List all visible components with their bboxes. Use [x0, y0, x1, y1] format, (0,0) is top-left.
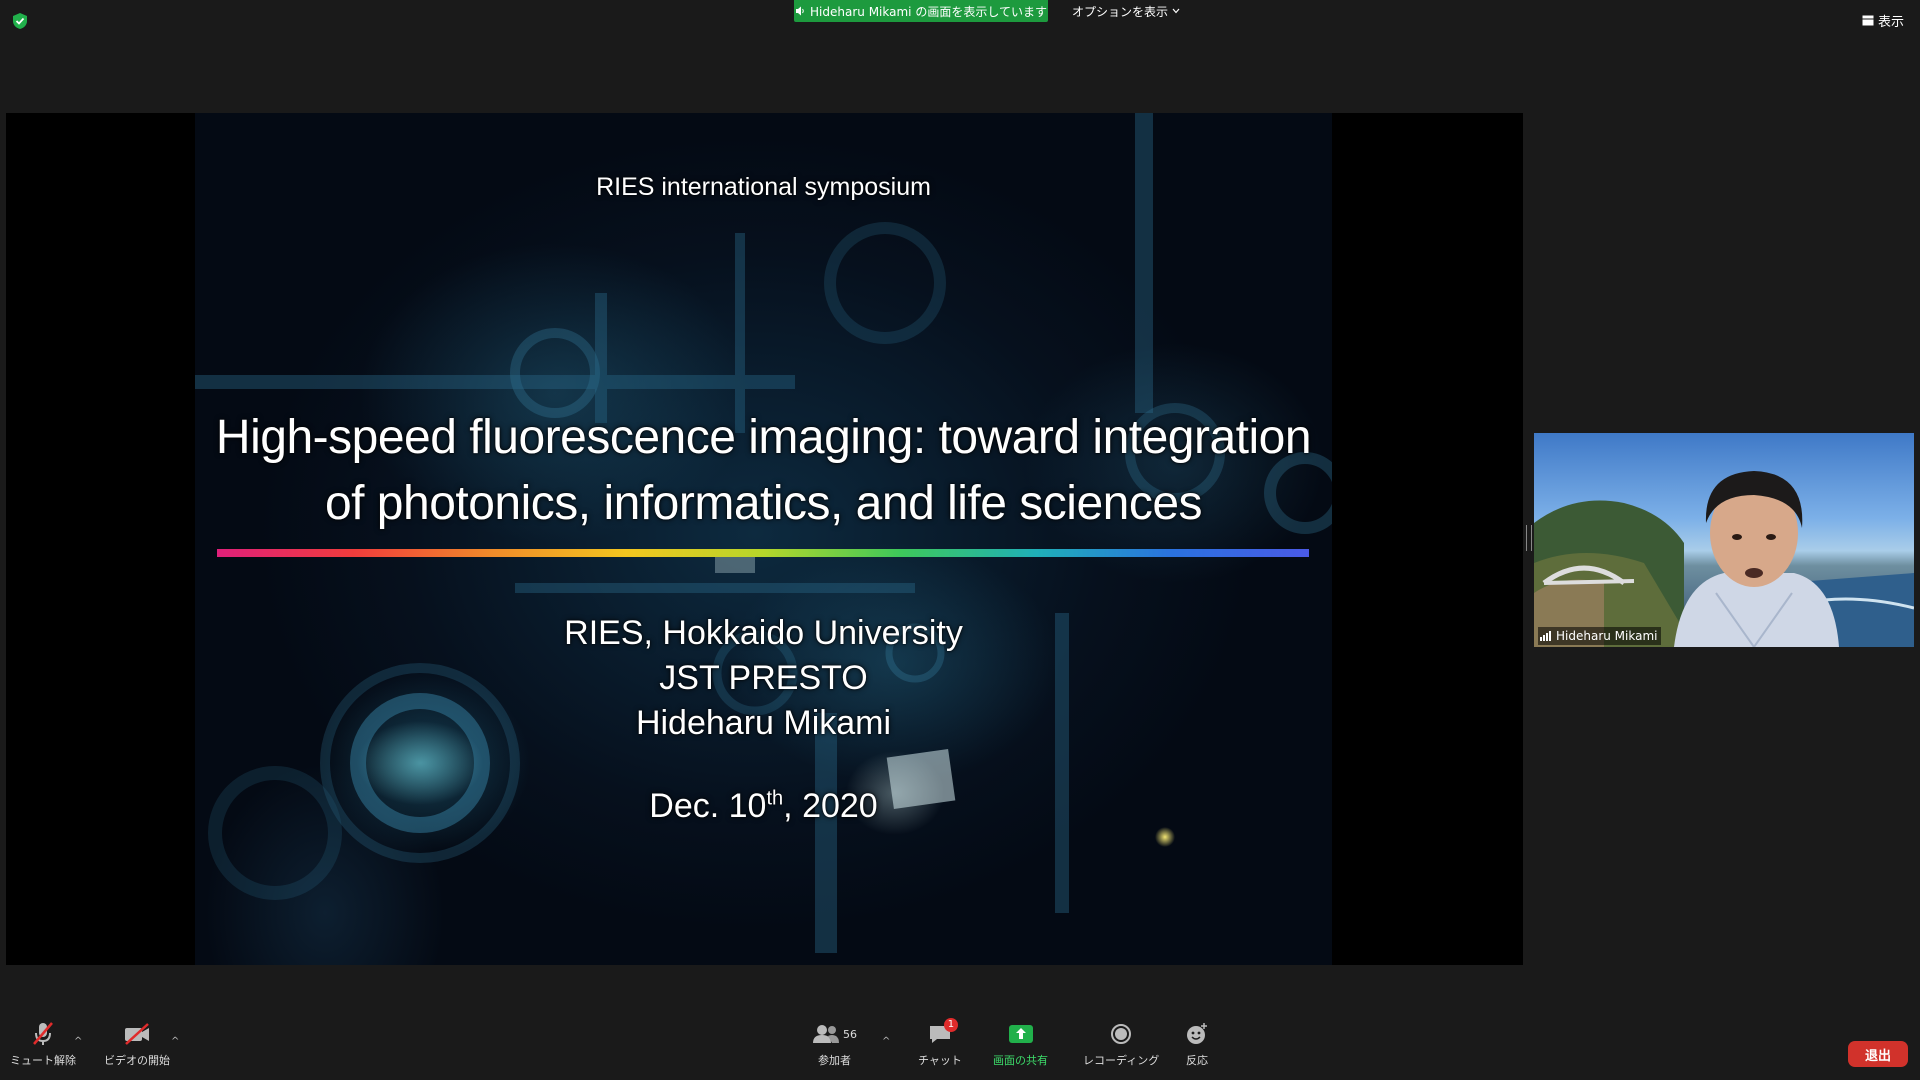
- reactions-button[interactable]: 反応: [1185, 1020, 1209, 1076]
- slide-affiliations: RIES, Hokkaido University JST PRESTO Hid…: [195, 611, 1332, 746]
- shared-screen[interactable]: RIES international symposium High-speed …: [6, 113, 1523, 965]
- video-off-icon: [125, 1023, 149, 1045]
- participant-video-feed: [1534, 471, 1914, 647]
- unmute-button[interactable]: ミュート解除: [10, 1020, 76, 1076]
- view-label: 表示: [1877, 14, 1904, 30]
- muted-mic-icon: [33, 1022, 53, 1045]
- participants-label: 参加者: [818, 1054, 851, 1067]
- share-screen-icon: [1008, 1025, 1033, 1043]
- start-video-label: ビデオの開始: [104, 1054, 170, 1067]
- shield-icon[interactable]: [12, 12, 28, 30]
- view-options-dropdown[interactable]: オプションを表示: [1072, 0, 1180, 22]
- meeting-toolbar: ミュート解除 ^ ビデオの開始 ^ 56 参加者 ^ 1 チャット 画面の共有 …: [0, 1016, 1920, 1080]
- participants-options-caret[interactable]: ^: [882, 1036, 890, 1047]
- date-ordinal: th: [766, 787, 784, 810]
- participants-count: 56: [843, 1027, 857, 1041]
- slide-title-line2: of photonics, informatics, and life scie…: [324, 477, 1203, 530]
- screen-share-status-banner: Hideharu Mikami の画面を表示しています: [794, 0, 1048, 22]
- chat-button[interactable]: 1 チャット: [918, 1018, 962, 1076]
- date-suffix: , 2020: [783, 787, 878, 825]
- participant-video-tile[interactable]: Hideharu Mikami: [1534, 433, 1914, 647]
- slide-title: High-speed fluorescence imaging: toward …: [195, 405, 1332, 537]
- audio-options-caret[interactable]: ^: [74, 1036, 82, 1047]
- share-status-text: Hideharu Mikami の画面を表示しています: [810, 4, 1047, 19]
- options-label: オプションを表示: [1072, 4, 1169, 19]
- rainbow-divider: [217, 549, 1309, 557]
- lab-equipment-background: [195, 113, 1332, 953]
- video-options-caret[interactable]: ^: [171, 1036, 179, 1047]
- affiliation-presto: JST PRESTO: [659, 659, 868, 697]
- record-icon: [1111, 1024, 1132, 1044]
- chat-unread-badge: 1: [943, 1018, 958, 1032]
- share-screen-label: 画面の共有: [993, 1054, 1048, 1067]
- slide-date: Dec. 10th, 2020: [195, 787, 1332, 826]
- start-video-button[interactable]: ビデオの開始: [104, 1020, 170, 1076]
- view-button[interactable]: 表示: [1862, 10, 1904, 30]
- participant-name-label: Hideharu Mikami: [1538, 627, 1662, 645]
- affiliation-university: RIES, Hokkaido University: [564, 614, 963, 652]
- share-screen-button[interactable]: 画面の共有: [993, 1020, 1048, 1076]
- date-prefix: Dec. 10: [649, 787, 767, 825]
- speaker-icon: [796, 6, 804, 16]
- participants-icon: [813, 1025, 839, 1043]
- chat-label: チャット: [918, 1054, 962, 1067]
- signal-icon: [1540, 631, 1551, 641]
- unmute-label: ミュート解除: [10, 1054, 76, 1067]
- presentation-slide: RIES international symposium High-speed …: [195, 113, 1332, 965]
- reaction-icon: [1187, 1023, 1207, 1044]
- reactions-label: 反応: [1186, 1054, 1208, 1067]
- participants-button[interactable]: 56 参加者: [812, 1020, 857, 1076]
- presenter-name: Hideharu Mikami: [635, 704, 892, 742]
- participant-name: Hideharu Mikami: [1556, 629, 1658, 643]
- recording-button[interactable]: レコーディング: [1083, 1020, 1159, 1076]
- chevron-down-icon: [1172, 8, 1180, 14]
- panel-resize-handle[interactable]: [1526, 525, 1532, 551]
- symposium-name: RIES international symposium: [596, 173, 931, 201]
- slide-title-line1: High-speed fluorescence imaging: toward …: [215, 411, 1312, 464]
- view-grid-icon: [1862, 15, 1874, 25]
- leave-meeting-button[interactable]: 退出: [1848, 1041, 1908, 1067]
- recording-label: レコーディング: [1083, 1054, 1160, 1067]
